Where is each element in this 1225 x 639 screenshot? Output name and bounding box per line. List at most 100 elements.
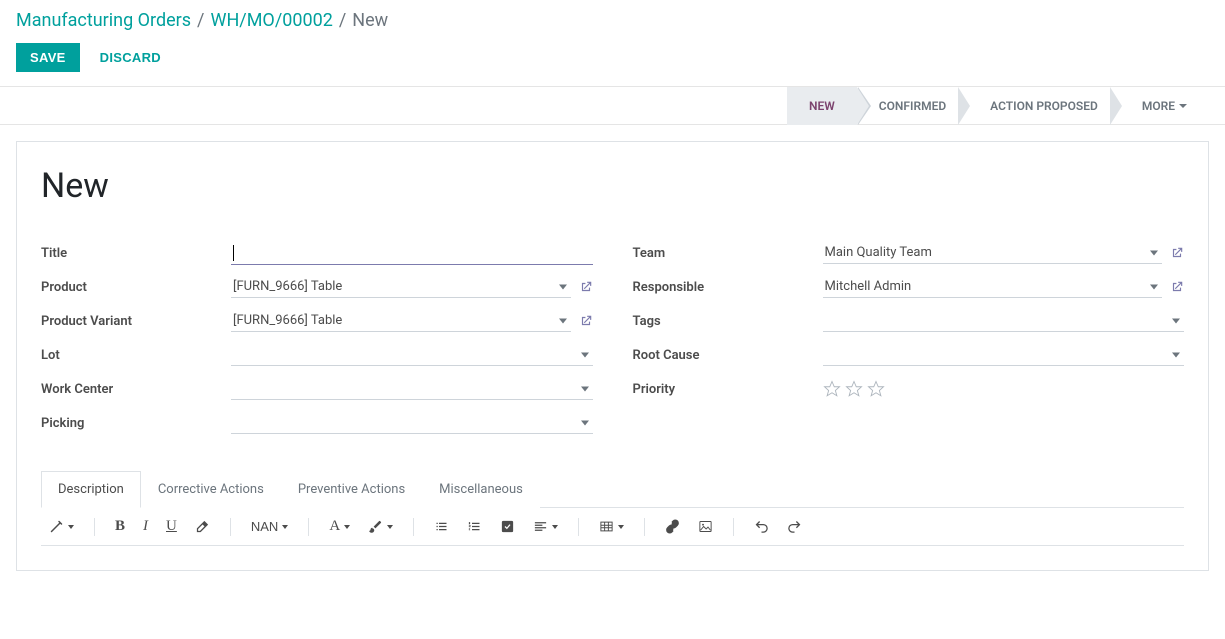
notebook-tabs: Description Corrective Actions Preventiv…: [41, 470, 1184, 508]
toolbar-ol-button[interactable]: [465, 517, 484, 536]
rootcause-input[interactable]: [823, 344, 1185, 366]
stage-new[interactable]: NEW: [787, 87, 857, 125]
stage-confirmed[interactable]: CONFIRMED: [857, 87, 968, 125]
caret-down-icon: [552, 525, 558, 529]
label-team: Team: [633, 246, 823, 261]
product-input[interactable]: [FURN_9666] Table: [231, 276, 571, 298]
discard-button[interactable]: DISCARD: [100, 50, 161, 65]
fontname-label: NAN: [251, 519, 278, 534]
stage-more-label: MORE: [1142, 99, 1175, 113]
toolbar-eraser-button[interactable]: [193, 517, 212, 536]
toolbar-italic-button[interactable]: I: [141, 516, 150, 537]
caret-down-icon: [344, 525, 350, 529]
dropdown-caret-icon: [581, 352, 589, 357]
caret-down-icon: [68, 525, 74, 529]
table-icon: [599, 519, 614, 534]
breadcrumb-sep: /: [197, 10, 204, 31]
toolbar-fontname-button[interactable]: NAN: [249, 517, 290, 536]
variant-input[interactable]: [FURN_9666] Table: [231, 310, 571, 332]
dropdown-caret-icon: [559, 284, 567, 289]
check-square-icon: [500, 519, 515, 534]
align-left-icon: [533, 519, 548, 534]
dropdown-caret-icon: [581, 420, 589, 425]
breadcrumb-parent[interactable]: WH/MO/00002: [210, 10, 332, 31]
toolbar-checklist-button[interactable]: [498, 517, 517, 536]
save-button[interactable]: SAVE: [16, 43, 80, 72]
list-ul-icon: [434, 519, 449, 534]
toolbar-sep: [644, 518, 645, 536]
external-link-icon: [579, 314, 593, 328]
external-link-icon: [1170, 246, 1184, 260]
product-value: [FURN_9666] Table: [233, 279, 342, 294]
toolbar-sep: [308, 518, 309, 536]
paint-brush-icon: [368, 519, 383, 534]
toolbar-sep: [94, 518, 95, 536]
toolbar-underline-button[interactable]: U: [164, 516, 179, 537]
caret-down-icon: [282, 525, 288, 529]
undo-icon: [754, 519, 769, 534]
eraser-icon: [195, 519, 210, 534]
form-sheet: New Title Product [FURN_: [16, 141, 1209, 571]
star-icon[interactable]: [867, 380, 885, 398]
workcenter-input[interactable]: [231, 378, 593, 400]
star-icon[interactable]: [845, 380, 863, 398]
picking-input[interactable]: [231, 412, 593, 434]
dropdown-caret-icon: [1150, 284, 1158, 289]
label-picking: Picking: [41, 416, 231, 431]
wysiwyg-toolbar: B I U NAN A: [41, 508, 1184, 546]
toolbar-ul-button[interactable]: [432, 517, 451, 536]
priority-stars[interactable]: [823, 380, 885, 398]
stage-more[interactable]: MORE: [1120, 87, 1209, 125]
dropdown-caret-icon: [559, 318, 567, 323]
image-icon: [698, 519, 713, 534]
variant-value: [FURN_9666] Table: [233, 313, 342, 328]
toolbar-undo-button[interactable]: [752, 517, 771, 536]
breadcrumb: Manufacturing Orders / WH/MO/00002 / New: [16, 10, 1209, 31]
magic-wand-icon: [49, 519, 64, 534]
tab-preventive-actions[interactable]: Preventive Actions: [281, 471, 422, 508]
toolbar-link-button[interactable]: [663, 517, 682, 536]
responsible-external-link[interactable]: [1170, 280, 1184, 294]
breadcrumb-root[interactable]: Manufacturing Orders: [16, 10, 191, 31]
list-ol-icon: [467, 519, 482, 534]
label-lot: Lot: [41, 348, 231, 363]
team-value: Main Quality Team: [825, 245, 932, 260]
team-input[interactable]: Main Quality Team: [823, 242, 1163, 264]
toolbar-style-button[interactable]: [47, 517, 76, 536]
caret-down-icon: [1179, 104, 1187, 108]
label-rootcause: Root Cause: [633, 348, 823, 363]
toolbar-table-button[interactable]: [597, 517, 626, 536]
toolbar-redo-button[interactable]: [785, 517, 804, 536]
toolbar-image-button[interactable]: [696, 517, 715, 536]
variant-external-link[interactable]: [579, 314, 593, 328]
team-external-link[interactable]: [1170, 246, 1184, 260]
responsible-input[interactable]: Mitchell Admin: [823, 276, 1163, 298]
toolbar-bold-button[interactable]: B: [113, 516, 127, 537]
title-input[interactable]: [231, 242, 593, 265]
toolbar-fontsize-button[interactable]: A: [327, 516, 352, 537]
lot-input[interactable]: [231, 344, 593, 366]
breadcrumb-current: New: [352, 10, 388, 31]
dropdown-caret-icon: [581, 386, 589, 391]
underline-icon: U: [166, 518, 177, 535]
product-external-link[interactable]: [579, 280, 593, 294]
stage-action-proposed[interactable]: ACTION PROPOSED: [968, 87, 1120, 125]
link-icon: [665, 519, 680, 534]
redo-icon: [787, 519, 802, 534]
tab-corrective-actions[interactable]: Corrective Actions: [141, 471, 281, 508]
star-icon[interactable]: [823, 380, 841, 398]
dropdown-caret-icon: [1172, 318, 1180, 323]
tab-description[interactable]: Description: [41, 471, 141, 508]
statusbar: NEW CONFIRMED ACTION PROPOSED MORE: [0, 87, 1225, 125]
label-workcenter: Work Center: [41, 382, 231, 397]
external-link-icon: [1170, 280, 1184, 294]
external-link-icon: [579, 280, 593, 294]
toolbar-forecolor-button[interactable]: [366, 517, 395, 536]
toolbar-align-button[interactable]: [531, 517, 560, 536]
responsible-value: Mitchell Admin: [825, 279, 912, 294]
italic-icon: I: [143, 518, 148, 535]
page-title: New: [41, 166, 1184, 206]
toolbar-sep: [230, 518, 231, 536]
tags-input[interactable]: [823, 310, 1185, 332]
tab-miscellaneous[interactable]: Miscellaneous: [422, 471, 540, 508]
